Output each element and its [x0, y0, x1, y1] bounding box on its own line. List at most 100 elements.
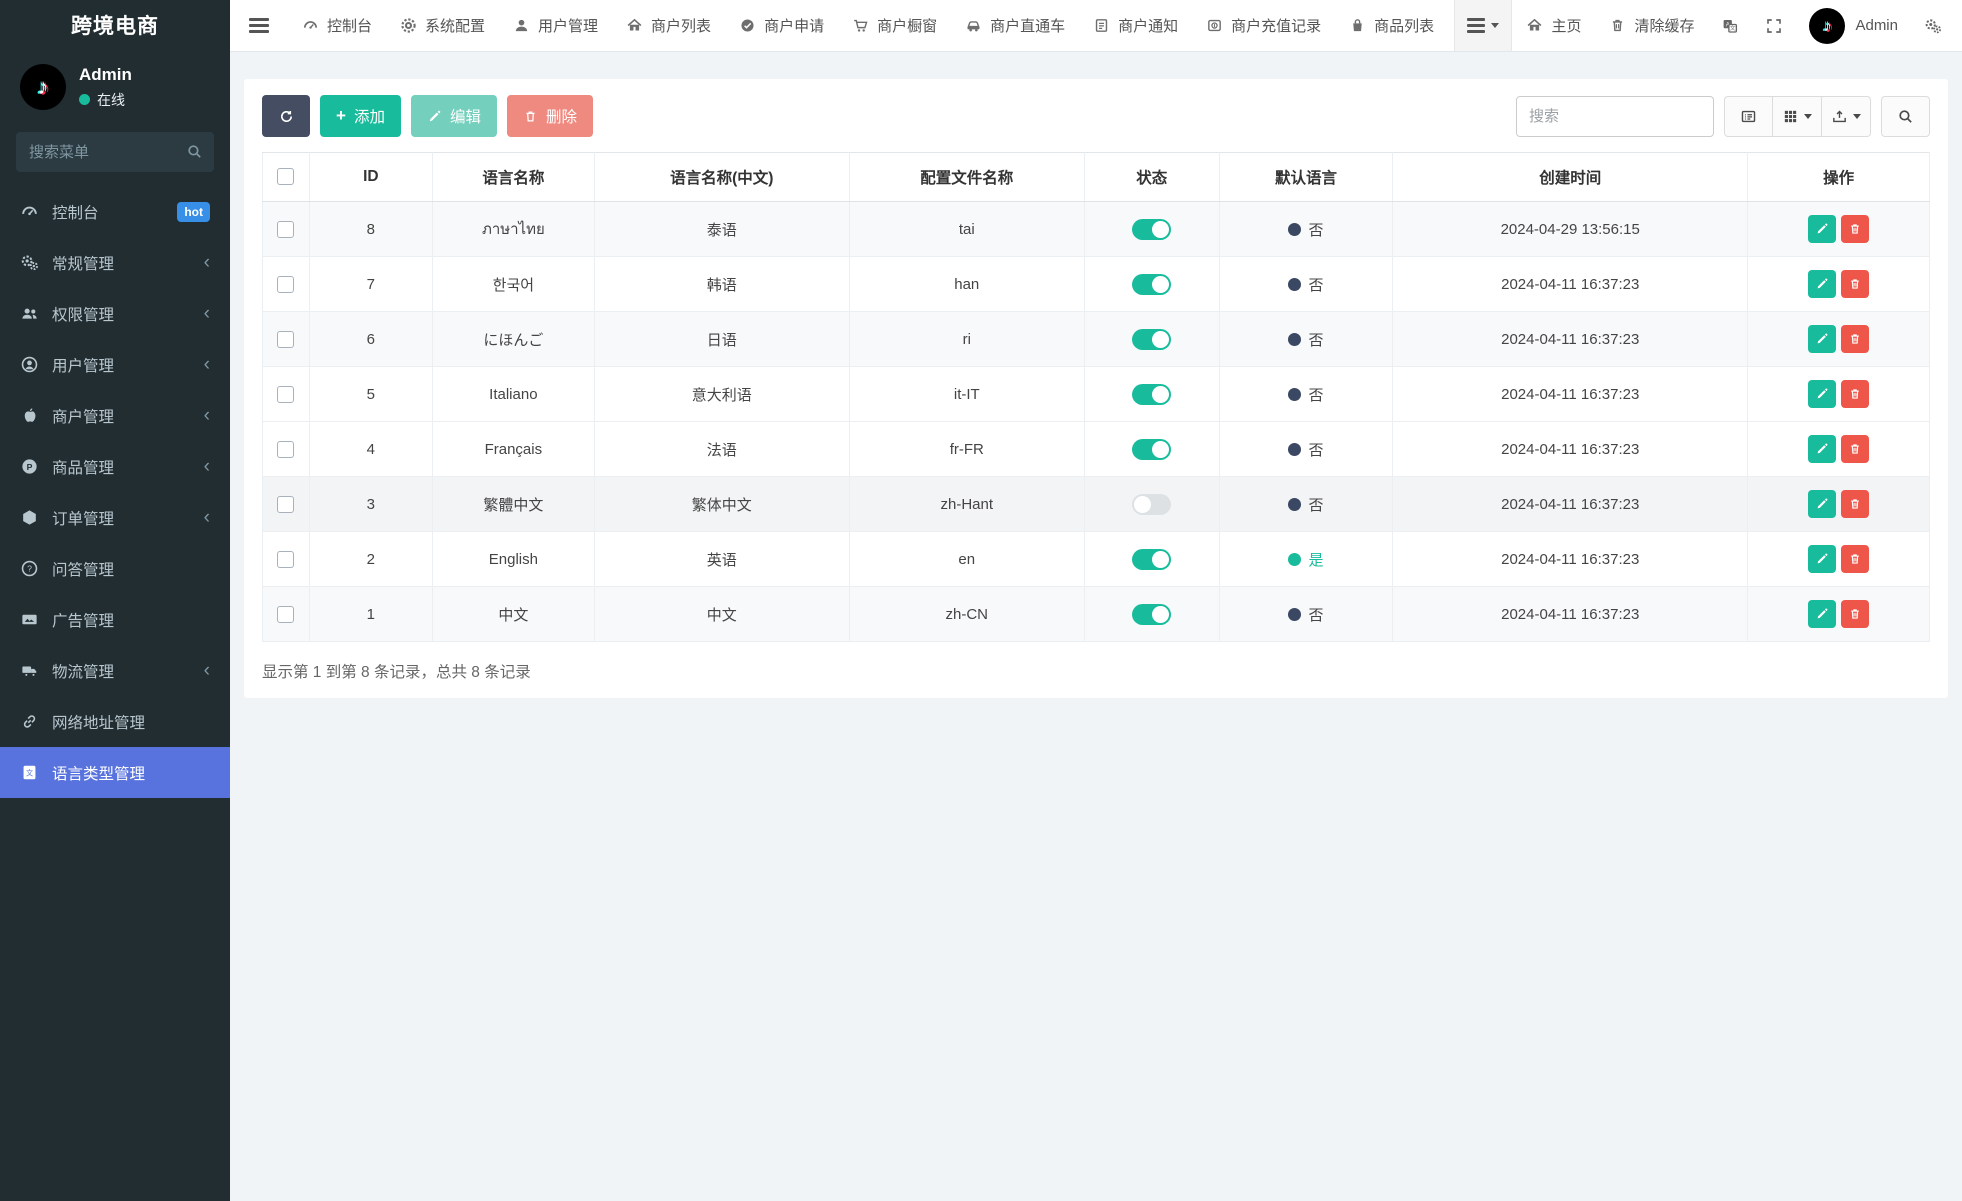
row-edit-button[interactable]	[1808, 270, 1836, 298]
table-row[interactable]: 3繁體中文繁体中文zh-Hant否2024-04-11 16:37:23	[263, 477, 1930, 532]
topnav-item-1[interactable]: 系统配置	[386, 0, 499, 51]
row-edit-button[interactable]	[1808, 490, 1836, 518]
fullscreen-button[interactable]	[1752, 0, 1796, 51]
cell-id: 2	[309, 532, 432, 587]
cell-config-name: fr-FR	[849, 422, 1084, 477]
topnav-item-8[interactable]: 商户充值记录	[1192, 0, 1335, 51]
row-checkbox[interactable]	[277, 496, 294, 513]
row-checkbox[interactable]	[277, 276, 294, 293]
detail-view-button[interactable]	[1724, 96, 1773, 137]
topnav-item-4[interactable]: 商户申请	[725, 0, 838, 51]
menu-search-input[interactable]	[16, 132, 214, 172]
row-checkbox[interactable]	[277, 551, 294, 568]
row-delete-button[interactable]	[1841, 600, 1869, 628]
status-toggle[interactable]	[1132, 439, 1171, 460]
avatar[interactable]: ♪	[20, 64, 66, 110]
add-button[interactable]: 添加	[320, 95, 401, 137]
home-link[interactable]: 主页	[1512, 0, 1595, 51]
topnav-item-9[interactable]: 商品列表	[1335, 0, 1448, 51]
row-edit-button[interactable]	[1808, 380, 1836, 408]
sidebar-item-0[interactable]: 控制台hot	[0, 186, 230, 237]
nav-list-dropdown-button[interactable]	[1454, 0, 1512, 51]
topnav-item-2[interactable]: 用户管理	[499, 0, 612, 51]
user-menu[interactable]: ♪ Admin	[1796, 0, 1911, 51]
topnav-item-3[interactable]: 商户列表	[612, 0, 725, 51]
default-dot-icon	[1288, 443, 1301, 456]
cell-id: 3	[309, 477, 432, 532]
sidebar-item-7[interactable]: ?问答管理	[0, 543, 230, 594]
sidebar-item-1[interactable]: 常规管理	[0, 237, 230, 288]
status-toggle[interactable]	[1132, 494, 1171, 515]
sidebar-toggle-button[interactable]	[230, 0, 288, 51]
table-row[interactable]: 7한국어韩语han否2024-04-11 16:37:23	[263, 257, 1930, 312]
sidebar-item-4[interactable]: 商户管理	[0, 390, 230, 441]
sidebar-item-3[interactable]: 用户管理	[0, 339, 230, 390]
row-edit-button[interactable]	[1808, 435, 1836, 463]
table-row[interactable]: 4Français法语fr-FR否2024-04-11 16:37:23	[263, 422, 1930, 477]
cell-created-time: 2024-04-11 16:37:23	[1393, 257, 1748, 312]
sidebar-item-5[interactable]: P商品管理	[0, 441, 230, 492]
status-toggle[interactable]	[1132, 329, 1171, 350]
table-row[interactable]: 5Italiano意大利语it-IT否2024-04-11 16:37:23	[263, 367, 1930, 422]
cell-actions	[1748, 257, 1930, 312]
row-delete-button[interactable]	[1841, 545, 1869, 573]
row-delete-button[interactable]	[1841, 270, 1869, 298]
status-toggle[interactable]	[1132, 384, 1171, 405]
row-edit-button[interactable]	[1808, 545, 1836, 573]
topnav-item-7[interactable]: 商户通知	[1079, 0, 1192, 51]
status-toggle[interactable]	[1132, 219, 1171, 240]
status-toggle[interactable]	[1132, 274, 1171, 295]
clear-cache-button[interactable]: 清除缓存	[1595, 0, 1708, 51]
sidebar-item-10[interactable]: 网络地址管理	[0, 696, 230, 747]
navbar-username: Admin	[1855, 17, 1898, 34]
export-button[interactable]	[1822, 96, 1871, 137]
row-edit-button[interactable]	[1808, 600, 1836, 628]
row-checkbox[interactable]	[277, 221, 294, 238]
search-toggle-button[interactable]	[1881, 96, 1930, 137]
select-all-checkbox[interactable]	[277, 168, 294, 185]
topnav-item-5[interactable]: 商户橱窗	[838, 0, 951, 51]
edit-button[interactable]: 编辑	[411, 95, 497, 137]
topnav-item-6[interactable]: 商户直通车	[951, 0, 1079, 51]
refresh-button[interactable]	[262, 95, 310, 137]
view-button-group	[1724, 96, 1871, 137]
sidebar-item-2[interactable]: 权限管理	[0, 288, 230, 339]
table-row[interactable]: 6にほんご日语ri否2024-04-11 16:37:23	[263, 312, 1930, 367]
row-checkbox[interactable]	[277, 386, 294, 403]
cell-created-time: 2024-04-11 16:37:23	[1393, 367, 1748, 422]
row-delete-button[interactable]	[1841, 435, 1869, 463]
table-row[interactable]: 1中文中文zh-CN否2024-04-11 16:37:23	[263, 587, 1930, 642]
delete-button[interactable]: 删除	[507, 95, 593, 137]
table-row[interactable]: 2English英语en是2024-04-11 16:37:23	[263, 532, 1930, 587]
row-delete-button[interactable]	[1841, 325, 1869, 353]
plus-icon	[336, 107, 346, 126]
row-delete-button[interactable]	[1841, 490, 1869, 518]
expand-icon	[1765, 17, 1783, 35]
status-toggle[interactable]	[1132, 549, 1171, 570]
default-label: 否	[1308, 332, 1323, 349]
columns-button[interactable]	[1773, 96, 1822, 137]
topnav-item-0[interactable]: 控制台	[288, 0, 386, 51]
translate-button[interactable]: A文	[1708, 0, 1752, 51]
users-icon	[20, 304, 39, 323]
row-checkbox[interactable]	[277, 606, 294, 623]
table-search-input[interactable]	[1516, 96, 1714, 137]
row-delete-button[interactable]	[1841, 215, 1869, 243]
sidebar-item-9[interactable]: 物流管理	[0, 645, 230, 696]
trash-icon	[1848, 497, 1862, 511]
cell-language-name-cn: 韩语	[594, 257, 849, 312]
table-row[interactable]: 8ภาษาไทย泰语tai否2024-04-29 13:56:15	[263, 202, 1930, 257]
row-edit-button[interactable]	[1808, 325, 1836, 353]
sidebar-item-11[interactable]: 文语言类型管理	[0, 747, 230, 798]
hamburger-icon	[249, 15, 269, 37]
status-toggle[interactable]	[1132, 604, 1171, 625]
settings-button[interactable]	[1911, 0, 1962, 51]
row-checkbox[interactable]	[277, 441, 294, 458]
sidebar-item-6[interactable]: 订单管理	[0, 492, 230, 543]
cell-language-name: English	[433, 532, 595, 587]
chevron-left-icon	[204, 355, 210, 374]
row-checkbox[interactable]	[277, 331, 294, 348]
sidebar-item-8[interactable]: 广告管理	[0, 594, 230, 645]
row-delete-button[interactable]	[1841, 380, 1869, 408]
row-edit-button[interactable]	[1808, 215, 1836, 243]
